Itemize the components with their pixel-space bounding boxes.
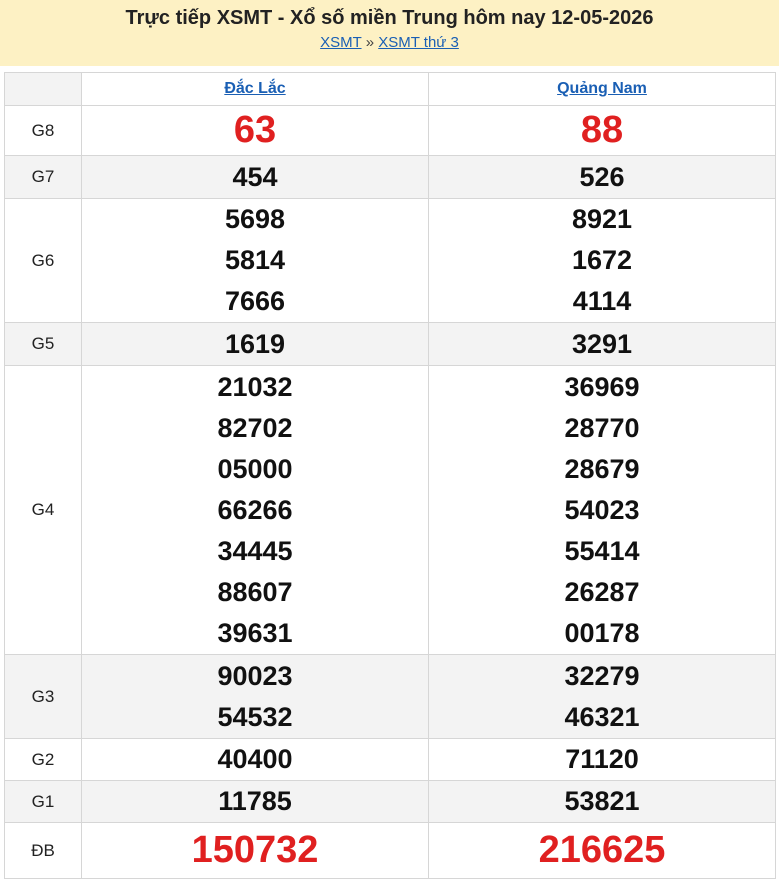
- prize-row: G8 63 88: [4, 105, 776, 156]
- prize-cell-daclac: 150732: [81, 822, 429, 879]
- prize-rows: G8 63 88 G7 454 526 G6 5698 5814 7666 8921 1672 4114…: [4, 105, 776, 879]
- prize-row: G6 5698 5814 7666 8921 1672 4114: [4, 198, 776, 323]
- prize-number: 34445: [217, 535, 293, 566]
- prize-cell-daclac: 63: [81, 105, 429, 156]
- prize-number: 90023: [217, 660, 293, 691]
- corner-cell: [4, 72, 82, 106]
- prize-number: 36969: [564, 371, 640, 402]
- province-link-daclac[interactable]: Đắc Lắc: [224, 80, 285, 97]
- prize-cell-daclac: 21032 82702 05000 66266 34445 88607 39631: [81, 365, 429, 655]
- prize-number: 11785: [218, 786, 292, 816]
- page-header: Trực tiếp XSMT - Xổ số miền Trung hôm na…: [0, 0, 779, 66]
- prize-cell-daclac: 90023 54532: [81, 654, 429, 739]
- prize-label: G4: [4, 365, 82, 655]
- prize-row: G3 90023 54532 32279 46321: [4, 654, 776, 739]
- prize-cell-quangnam: 88: [428, 105, 776, 156]
- prize-number: 46321: [564, 701, 640, 732]
- prize-row: G4 21032 82702 05000 66266 34445 88607 39631 369…: [4, 365, 776, 655]
- prize-number: 526: [579, 161, 625, 192]
- prize-cell-quangnam: 32279 46321: [428, 654, 776, 739]
- prize-label: G3: [4, 654, 82, 739]
- prize-number: 63: [233, 109, 277, 151]
- prize-number: 00178: [564, 617, 640, 648]
- prize-number: 7666: [224, 286, 286, 316]
- prize-number: 54532: [217, 701, 293, 732]
- prize-label: ĐB: [4, 822, 82, 879]
- prize-row: G2 40400 71120: [4, 738, 776, 781]
- prize-number: 88: [580, 109, 624, 151]
- prize-cell-daclac: 454: [81, 155, 429, 199]
- prize-cell-quangnam: 216625: [428, 822, 776, 879]
- province-header-quangnam: Quảng Nam: [428, 72, 776, 106]
- prize-label: G8: [4, 105, 82, 156]
- prize-row: ĐB 150732 216625: [4, 822, 776, 879]
- prize-row: G5 1619 3291: [4, 322, 776, 366]
- prize-number: 32279: [564, 660, 640, 691]
- results-table: Đắc Lắc Quảng Nam G8 63 88 G7 454 526 G6 5698 58…: [4, 72, 776, 879]
- prize-number: 28770: [564, 412, 640, 443]
- prize-number: 4114: [572, 286, 632, 316]
- prize-row: G7 454 526: [4, 155, 776, 199]
- prize-number: 8921: [571, 204, 633, 234]
- prize-number: 216625: [538, 829, 666, 871]
- prize-label: G6: [4, 198, 82, 323]
- breadcrumb-separator: »: [365, 34, 375, 51]
- prize-number: 54023: [564, 494, 640, 525]
- prize-number: 150732: [191, 829, 319, 871]
- prize-number: 55414: [564, 535, 640, 566]
- prize-number: 1619: [224, 328, 286, 359]
- prize-cell-quangnam: 71120: [428, 738, 776, 781]
- prize-number: 71120: [565, 744, 639, 774]
- prize-cell-quangnam: 3291: [428, 322, 776, 366]
- prize-label: G1: [4, 780, 82, 823]
- prize-label: G5: [4, 322, 82, 366]
- prize-number: 40400: [217, 744, 293, 774]
- breadcrumb: XSMT » XSMT thứ 3: [0, 34, 779, 51]
- province-header-daclac: Đắc Lắc: [81, 72, 429, 106]
- breadcrumb-xsmt-thu3-link[interactable]: XSMT thứ 3: [378, 34, 459, 51]
- page-title: Trực tiếp XSMT - Xổ số miền Trung hôm na…: [125, 7, 654, 29]
- prize-number: 82702: [217, 412, 293, 443]
- breadcrumb-xsmt-link[interactable]: XSMT: [320, 34, 361, 51]
- prize-cell-quangnam: 8921 1672 4114: [428, 198, 776, 323]
- prize-number: 5698: [224, 204, 286, 234]
- prize-number: 3291: [571, 328, 633, 359]
- prize-cell-daclac: 40400: [81, 738, 429, 781]
- prize-cell-daclac: 1619: [81, 322, 429, 366]
- prize-number: 5814: [224, 245, 286, 275]
- prize-number: 21032: [217, 371, 293, 402]
- prize-number: 66266: [217, 494, 293, 525]
- prize-number: 39631: [217, 617, 293, 648]
- prize-cell-daclac: 5698 5814 7666: [81, 198, 429, 323]
- prize-cell-quangnam: 36969 28770 28679 54023 55414 26287 00178: [428, 365, 776, 655]
- prize-number: 05000: [217, 453, 293, 484]
- prize-number: 53821: [564, 786, 640, 816]
- prize-cell-daclac: 11785: [81, 780, 429, 823]
- prize-number: 1672: [571, 245, 633, 275]
- province-link-quangnam[interactable]: Quảng Nam: [557, 80, 647, 97]
- prize-number: 28679: [564, 453, 640, 484]
- prize-cell-quangnam: 526: [428, 155, 776, 199]
- prize-number: 88607: [217, 576, 293, 607]
- prize-label: G2: [4, 738, 82, 781]
- prize-row: G1 11785 53821: [4, 780, 776, 823]
- prize-label: G7: [4, 155, 82, 199]
- prize-number: 26287: [564, 576, 640, 607]
- prize-cell-quangnam: 53821: [428, 780, 776, 823]
- prize-number: 454: [232, 161, 278, 192]
